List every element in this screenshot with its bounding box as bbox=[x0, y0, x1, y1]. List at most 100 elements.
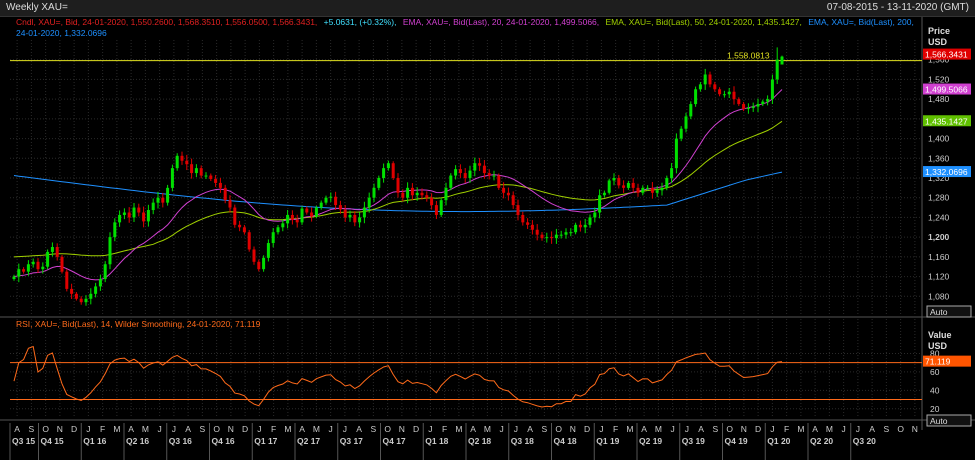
candle-body[interactable] bbox=[545, 237, 549, 239]
candle-body[interactable] bbox=[190, 164, 194, 174]
candle-body[interactable] bbox=[497, 175, 501, 188]
candle-body[interactable] bbox=[770, 79, 774, 100]
candle-body[interactable] bbox=[338, 205, 342, 210]
candle-body[interactable] bbox=[89, 293, 93, 299]
candle-body[interactable] bbox=[655, 190, 659, 193]
candle-body[interactable] bbox=[329, 196, 333, 198]
candle-body[interactable] bbox=[564, 232, 568, 235]
candle-body[interactable] bbox=[482, 165, 486, 174]
candle-body[interactable] bbox=[502, 187, 506, 193]
candle-body[interactable] bbox=[689, 104, 693, 117]
candle-body[interactable] bbox=[156, 197, 160, 203]
candle-body[interactable] bbox=[660, 187, 664, 191]
candle-body[interactable] bbox=[458, 169, 462, 174]
candle-body[interactable] bbox=[286, 214, 290, 224]
candle-body[interactable] bbox=[444, 187, 448, 201]
candle-body[interactable] bbox=[463, 173, 467, 178]
candle-body[interactable] bbox=[530, 224, 534, 230]
candle-body[interactable] bbox=[396, 178, 400, 193]
candle-body[interactable] bbox=[242, 227, 246, 233]
candle-body[interactable] bbox=[185, 160, 189, 165]
candle-body[interactable] bbox=[79, 298, 83, 303]
candle-body[interactable] bbox=[74, 293, 78, 299]
candle-body[interactable] bbox=[583, 224, 587, 228]
candle-body[interactable] bbox=[113, 222, 117, 238]
candle-body[interactable] bbox=[430, 197, 434, 206]
candle-body[interactable] bbox=[439, 200, 443, 215]
candle-body[interactable] bbox=[142, 212, 146, 222]
candle-body[interactable] bbox=[698, 84, 702, 90]
candle-body[interactable] bbox=[574, 224, 578, 233]
candle-body[interactable] bbox=[578, 224, 582, 228]
candle-body[interactable] bbox=[247, 232, 251, 250]
candle-body[interactable] bbox=[756, 104, 760, 107]
candle-body[interactable] bbox=[36, 261, 40, 270]
candle-body[interactable] bbox=[665, 178, 669, 188]
candle-body[interactable] bbox=[650, 187, 654, 193]
candle-body[interactable] bbox=[151, 202, 155, 211]
candle-body[interactable] bbox=[641, 187, 645, 193]
candle-body[interactable] bbox=[401, 192, 405, 198]
candle-body[interactable] bbox=[12, 276, 16, 280]
candle-body[interactable] bbox=[478, 163, 482, 166]
candle-body[interactable] bbox=[569, 232, 573, 234]
candle-body[interactable] bbox=[252, 249, 256, 262]
candle-body[interactable] bbox=[766, 99, 770, 102]
candle-body[interactable] bbox=[223, 187, 227, 201]
candle-body[interactable] bbox=[526, 222, 530, 225]
candle-body[interactable] bbox=[127, 212, 131, 218]
candle-body[interactable] bbox=[50, 247, 54, 252]
candle-body[interactable] bbox=[295, 219, 299, 223]
candle-body[interactable] bbox=[780, 56, 784, 65]
candle-body[interactable] bbox=[626, 182, 630, 188]
candle-body[interactable] bbox=[238, 224, 242, 228]
candle-body[interactable] bbox=[386, 163, 390, 169]
candle-body[interactable] bbox=[137, 207, 141, 213]
candle-body[interactable] bbox=[271, 232, 275, 244]
candle-body[interactable] bbox=[362, 207, 366, 218]
candle-body[interactable] bbox=[646, 187, 650, 189]
candle-body[interactable] bbox=[588, 217, 592, 225]
candle-body[interactable] bbox=[636, 187, 640, 193]
candle-body[interactable] bbox=[617, 178, 621, 186]
candle-body[interactable] bbox=[26, 264, 30, 272]
candle-body[interactable] bbox=[674, 138, 678, 169]
candle-body[interactable] bbox=[410, 187, 414, 196]
candle-body[interactable] bbox=[761, 101, 765, 105]
candle-body[interactable] bbox=[708, 74, 712, 85]
candle-body[interactable] bbox=[118, 214, 122, 223]
candle-body[interactable] bbox=[737, 99, 741, 105]
candle-body[interactable] bbox=[94, 286, 98, 294]
candle-body[interactable] bbox=[679, 128, 683, 139]
candle-body[interactable] bbox=[55, 247, 59, 257]
candle-body[interactable] bbox=[180, 155, 184, 161]
candle-body[interactable] bbox=[727, 91, 731, 95]
candle-body[interactable] bbox=[622, 185, 626, 188]
candle-body[interactable] bbox=[300, 208, 304, 223]
candle-body[interactable] bbox=[324, 197, 328, 203]
candle-body[interactable] bbox=[170, 168, 174, 188]
candle-body[interactable] bbox=[775, 59, 779, 80]
candle-body[interactable] bbox=[487, 173, 491, 176]
candle-body[interactable] bbox=[276, 227, 280, 233]
candle-body[interactable] bbox=[718, 89, 722, 95]
candle-body[interactable] bbox=[751, 106, 755, 109]
candle-body[interactable] bbox=[631, 182, 635, 188]
candle-body[interactable] bbox=[420, 192, 424, 196]
candle-body[interactable] bbox=[161, 197, 165, 203]
candle-body[interactable] bbox=[607, 180, 611, 193]
candle-body[interactable] bbox=[233, 207, 237, 225]
candle-body[interactable] bbox=[228, 200, 232, 208]
candle-body[interactable] bbox=[602, 192, 606, 196]
candle-body[interactable] bbox=[454, 169, 458, 176]
candle-body[interactable] bbox=[406, 187, 410, 198]
candle-body[interactable] bbox=[146, 210, 150, 222]
candle-body[interactable] bbox=[415, 192, 419, 196]
candle-body[interactable] bbox=[214, 178, 218, 183]
candle-body[interactable] bbox=[732, 91, 736, 100]
candle-body[interactable] bbox=[41, 266, 45, 270]
candle-body[interactable] bbox=[281, 223, 285, 228]
candle-body[interactable] bbox=[31, 261, 35, 265]
candle-body[interactable] bbox=[348, 214, 352, 218]
candle-body[interactable] bbox=[468, 170, 472, 178]
